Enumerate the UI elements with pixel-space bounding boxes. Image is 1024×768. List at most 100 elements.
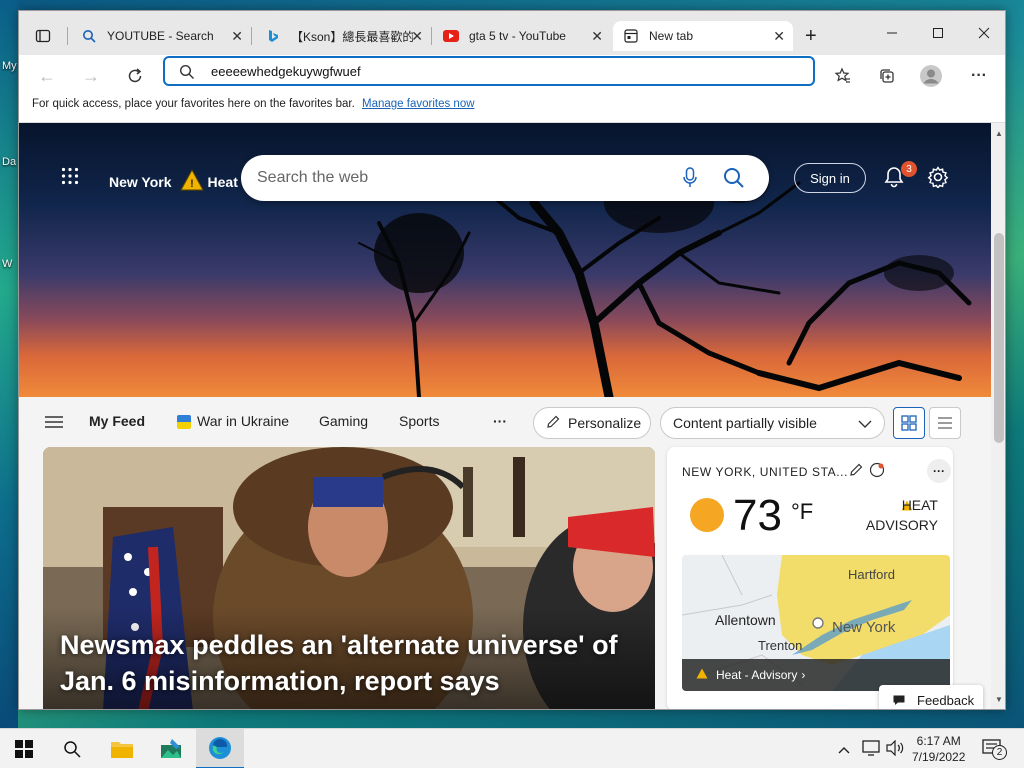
weather-more-button[interactable]: ··· [927, 459, 951, 483]
edge-icon [209, 737, 231, 759]
edit-location-icon[interactable] [849, 463, 863, 480]
weather-location[interactable]: NEW YORK, UNITED STA... [682, 465, 848, 479]
paint-app-button[interactable] [148, 729, 196, 768]
desktop-icon-label[interactable]: W [2, 258, 12, 270]
warning-icon [696, 668, 708, 682]
search-icon[interactable] [723, 167, 745, 192]
photo-app-icon [161, 739, 181, 758]
search-icon [179, 64, 195, 83]
tab-war-in-ukraine[interactable]: War in Ukraine [197, 413, 289, 429]
minimize-icon [887, 32, 897, 34]
tab-kson[interactable]: 【Kson】總長最喜歡的 ✕ [255, 21, 431, 51]
page-settings-button[interactable] [927, 166, 949, 191]
address-bar[interactable] [163, 56, 815, 86]
favorites-star-icon [834, 67, 850, 83]
apps-launcher-button[interactable] [61, 167, 79, 188]
navigation-bar: ← → ··· [19, 55, 1005, 95]
chevron-right-icon: › [801, 668, 806, 682]
personalize-button[interactable]: Personalize [533, 407, 651, 439]
warning-icon: ! [179, 168, 204, 194]
clock[interactable]: 6:17 AM 7/19/2022 [912, 729, 965, 768]
collections-button[interactable] [871, 61, 903, 91]
content-visibility-label: Content partially visible [673, 415, 817, 431]
hamburger-menu-button[interactable] [45, 415, 63, 432]
avatar-icon [920, 65, 942, 87]
tab-new-tab[interactable]: New tab ✕ [613, 21, 793, 51]
notification-badge: 3 [901, 161, 917, 177]
gear-icon [927, 166, 949, 190]
refresh-icon [128, 68, 142, 83]
tab-my-feed[interactable]: My Feed [89, 413, 145, 429]
edge-taskbar-button[interactable] [196, 729, 244, 768]
forward-arrow-icon: → [82, 65, 100, 86]
desktop-icon-label[interactable]: My [2, 60, 17, 72]
scroll-up-icon[interactable]: ▲ [995, 129, 1003, 138]
tab-youtube-search[interactable]: YOUTUBE - Search ✕ [71, 21, 251, 51]
headline-card[interactable]: Newsmax peddles an 'alternate universe' … [43, 447, 655, 709]
search-icon [64, 741, 81, 758]
weather-map[interactable]: Hartford Allentown New York Trenton Heat… [682, 555, 950, 691]
maximize-icon [933, 28, 943, 38]
chevron-down-icon [858, 415, 872, 431]
close-icon[interactable]: ✕ [591, 28, 603, 45]
page-header: New York ! Heat - Search the web Sign in… [19, 123, 991, 233]
favorites-button[interactable] [827, 61, 859, 91]
microphone-icon[interactable] [683, 167, 697, 192]
forward-button[interactable]: → [75, 61, 107, 91]
close-icon[interactable]: ✕ [773, 28, 785, 45]
notifications-button[interactable]: 3 [883, 161, 917, 189]
scroll-down-icon[interactable]: ▼ [995, 695, 1003, 704]
minimize-button[interactable] [869, 11, 915, 55]
feedback-button[interactable]: Feedback [879, 685, 983, 709]
apps-grid-icon [61, 167, 79, 185]
more-tabs-button[interactable]: ··· [493, 413, 507, 429]
new-tab-button[interactable]: + [799, 21, 829, 51]
settings-more-button[interactable]: ··· [963, 61, 995, 91]
grid-view-icon [901, 415, 917, 431]
network-tray-button[interactable] [862, 729, 880, 768]
tab-sports[interactable]: Sports [399, 413, 439, 429]
volume-tray-button[interactable] [886, 729, 904, 768]
show-hidden-icons-button[interactable] [838, 729, 850, 768]
scrollbar-thumb[interactable] [994, 233, 1004, 443]
weather-location-icon[interactable] [869, 462, 885, 481]
manage-favorites-link[interactable]: Manage favorites now [362, 98, 475, 110]
temperature-value: 73 [733, 491, 782, 540]
refresh-button[interactable] [119, 61, 151, 91]
tab-gaming[interactable]: Gaming [319, 413, 368, 429]
taskbar: 6:17 AM 7/19/2022 2 [0, 728, 1024, 768]
list-view-button[interactable] [929, 407, 961, 439]
tab-gta-youtube[interactable]: gta 5 tv - YouTube ✕ [433, 21, 611, 51]
close-icon[interactable]: ✕ [231, 28, 243, 45]
taskbar-search-button[interactable] [48, 729, 96, 768]
location-label: New York [109, 173, 172, 190]
tab-actions-icon [35, 29, 51, 43]
folder-icon [111, 742, 133, 758]
tab-label: YOUTUBE - Search [107, 29, 214, 43]
start-button[interactable] [0, 729, 48, 768]
heat-alert-line1[interactable]: HEAT [902, 497, 938, 513]
back-button[interactable]: ← [31, 61, 63, 91]
bing-icon [265, 28, 281, 44]
content-visibility-dropdown[interactable]: Content partially visible [660, 407, 885, 439]
close-icon[interactable]: ✕ [411, 28, 423, 45]
page-scrollbar[interactable]: ▲ ▼ [991, 123, 1005, 709]
tab-actions-button[interactable] [29, 21, 65, 51]
file-explorer-button[interactable] [98, 729, 146, 768]
desktop-icon-label[interactable]: Da [2, 156, 16, 168]
headline-title[interactable]: Newsmax peddles an 'alternate universe' … [60, 627, 640, 699]
web-search-box[interactable]: Search the web [241, 155, 769, 201]
maximize-button[interactable] [915, 11, 961, 55]
location-weather[interactable]: New York ! Heat - [109, 168, 246, 194]
heat-alert-line2[interactable]: ADVISORY [866, 517, 938, 533]
temperature-unit[interactable]: °F [791, 499, 813, 525]
map-label-new-york: New York [832, 619, 896, 636]
grid-view-button[interactable] [893, 407, 925, 439]
profile-button[interactable] [915, 61, 947, 91]
sign-in-button[interactable]: Sign in [794, 163, 866, 193]
more-icon: ··· [933, 464, 945, 478]
close-window-button[interactable] [961, 11, 1005, 55]
address-input[interactable] [211, 62, 791, 80]
list-view-icon [938, 417, 952, 429]
action-center-button[interactable]: 2 [982, 729, 1007, 768]
